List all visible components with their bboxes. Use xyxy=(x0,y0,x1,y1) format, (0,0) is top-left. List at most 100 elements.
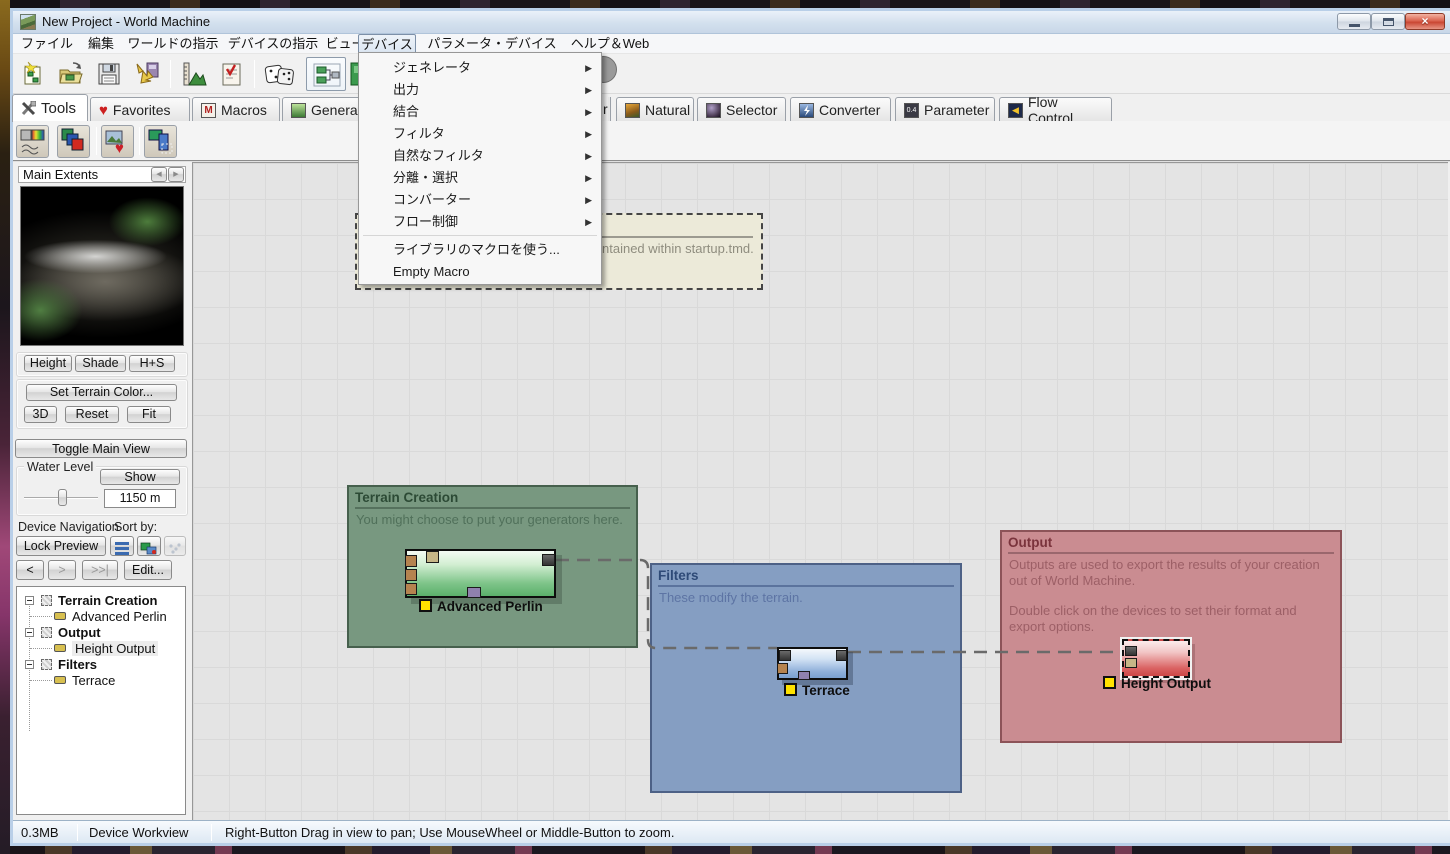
tab-parameter[interactable]: 0.4 Parameter xyxy=(895,97,995,122)
restore-button[interactable] xyxy=(1371,13,1405,30)
tab-natural[interactable]: Natural xyxy=(616,97,694,122)
new-project-button[interactable] xyxy=(16,57,50,91)
3d-button[interactable]: 3D xyxy=(24,406,57,423)
device-port[interactable] xyxy=(467,587,481,598)
menu-world-commands[interactable]: ワールドの指示 xyxy=(124,34,222,54)
menu-item-combiners[interactable]: 結合 ▶ xyxy=(360,101,602,123)
tab-selector[interactable]: Selector xyxy=(697,97,786,122)
group-underline xyxy=(658,585,954,587)
menu-file[interactable]: ファイル xyxy=(18,34,76,54)
favorite-image-tool-button[interactable]: ♥ xyxy=(101,125,134,158)
tree-item-advanced-perlin[interactable]: Advanced Perlin xyxy=(72,609,167,624)
random-seed-button[interactable] xyxy=(260,57,300,91)
show-water-button[interactable]: Show xyxy=(100,469,180,485)
reset-button[interactable]: Reset xyxy=(65,406,119,423)
device-port[interactable] xyxy=(1125,658,1137,668)
colorizer-icon xyxy=(20,129,45,155)
height-view-button[interactable]: Height xyxy=(24,355,72,372)
sort-list-button[interactable] xyxy=(110,536,134,556)
desktop-strip-bottom xyxy=(0,846,1450,854)
set-terrain-color-button[interactable]: Set Terrain Color... xyxy=(26,384,177,401)
device-port[interactable] xyxy=(777,663,788,674)
palette-separator xyxy=(96,127,97,155)
nav-prev-button[interactable]: < xyxy=(16,560,44,580)
close-button[interactable]: × xyxy=(1405,13,1445,30)
group-select-tool-button[interactable] xyxy=(144,125,177,158)
extents-prev-button[interactable]: ◀ xyxy=(151,167,167,182)
save-button[interactable] xyxy=(92,57,126,91)
menu-devices-active[interactable]: デバイス xyxy=(358,34,416,54)
tree-expander[interactable] xyxy=(25,628,34,637)
tab-macros[interactable]: M Macros xyxy=(192,97,280,122)
shade-view-button[interactable]: Shade xyxy=(75,355,126,372)
toggle-main-view-button[interactable]: Toggle Main View xyxy=(15,439,187,458)
menu-item-output[interactable]: 出力 ▶ xyxy=(360,79,602,101)
menu-help-web[interactable]: ヘルプ＆Web xyxy=(564,34,656,54)
fit-button[interactable]: Fit xyxy=(127,406,171,423)
open-project-button[interactable] xyxy=(54,57,88,91)
titlebar[interactable]: New Project - World Machine xyxy=(13,11,1450,34)
device-port[interactable] xyxy=(405,555,417,567)
world-size-button[interactable] xyxy=(176,57,210,91)
colorizer-tool-button[interactable] xyxy=(16,125,49,158)
menu-item-selectors[interactable]: 分離・選択 ▶ xyxy=(360,167,602,189)
menu-parameter-devices[interactable]: パラメータ・デバイス xyxy=(424,34,560,54)
height-shade-view-button[interactable]: H+S xyxy=(129,355,175,372)
device-workview-button[interactable] xyxy=(306,57,346,91)
tree-group-filters[interactable]: Filters xyxy=(58,657,97,672)
menu-item-library-macro[interactable]: ライブラリのマクロを使う... xyxy=(360,239,602,261)
device-label[interactable]: Height Output xyxy=(1121,676,1211,691)
device-port[interactable] xyxy=(779,650,791,661)
tab-fragment: r xyxy=(603,101,608,117)
group-description-2: Double click on the devices to set their… xyxy=(1009,603,1297,634)
device-output-port[interactable] xyxy=(836,650,847,661)
menu-item-flow-control[interactable]: フロー制御 ▶ xyxy=(360,211,602,233)
tree-group-output[interactable]: Output xyxy=(58,625,101,640)
water-level-slider-thumb[interactable] xyxy=(58,489,67,506)
extents-next-button[interactable]: ▶ xyxy=(168,167,184,182)
tree-item-terrace[interactable]: Terrace xyxy=(72,673,115,688)
memory-usage: 0.3MB xyxy=(21,825,59,840)
menu-item-filters[interactable]: フィルタ ▶ xyxy=(360,123,602,145)
device-port[interactable] xyxy=(426,551,439,563)
menu-item-label: ライブラリのマクロを使う... xyxy=(393,242,560,257)
tab-favorites[interactable]: ♥ Favorites xyxy=(90,97,190,122)
menu-item-converters[interactable]: コンバーター ▶ xyxy=(360,189,602,211)
tree-group-terrain-creation[interactable]: Terrain Creation xyxy=(58,593,157,608)
device-output-port[interactable] xyxy=(542,554,555,566)
device-port[interactable] xyxy=(405,583,417,595)
device-port[interactable] xyxy=(1125,646,1137,656)
floppy-icon xyxy=(98,63,120,85)
device-label[interactable]: Advanced Perlin xyxy=(437,599,543,614)
edit-button[interactable]: Edit... xyxy=(124,560,172,580)
tree-expander[interactable] xyxy=(25,596,34,605)
menu-item-natural-filters[interactable]: 自然なフィルタ ▶ xyxy=(360,145,602,167)
sort-type-button[interactable] xyxy=(137,536,161,556)
device-port[interactable] xyxy=(405,569,417,581)
menu-item-generators[interactable]: ジェネレータ ▶ xyxy=(360,57,602,79)
nav-next-button[interactable]: > xyxy=(48,560,76,580)
tree-item-height-output[interactable]: Height Output xyxy=(72,641,159,656)
menu-item-empty-macro[interactable]: Empty Macro xyxy=(360,261,602,283)
menu-edit[interactable]: 編集 xyxy=(80,34,122,54)
device-port[interactable] xyxy=(798,671,810,680)
tab-converter[interactable]: Converter xyxy=(790,97,891,122)
lock-preview-button[interactable]: Lock Preview xyxy=(16,536,106,556)
tools-icon xyxy=(21,101,36,116)
tab-tools[interactable]: Tools xyxy=(12,94,88,122)
group-output[interactable]: Output Outputs are used to export the re… xyxy=(1000,530,1342,743)
device-label[interactable]: Terrace xyxy=(802,683,850,698)
tree-expander[interactable] xyxy=(25,660,34,669)
minimize-button[interactable] xyxy=(1337,13,1371,30)
tab-flow-control[interactable]: ◀ Flow Control xyxy=(999,94,1112,126)
menu-device-commands[interactable]: デバイスの指示 xyxy=(224,34,322,54)
terrain-preview[interactable] xyxy=(20,186,184,346)
layer-stack-tool-button[interactable] xyxy=(57,125,90,158)
water-level-value[interactable]: 1150 m xyxy=(104,489,176,508)
restore-icon xyxy=(1383,18,1394,26)
nav-last-button[interactable]: >>| xyxy=(82,560,118,580)
sort-disabled-button[interactable] xyxy=(164,536,186,556)
import-device-button[interactable] xyxy=(130,57,164,91)
project-settings-button[interactable] xyxy=(214,57,248,91)
device-label-marker xyxy=(784,683,797,696)
